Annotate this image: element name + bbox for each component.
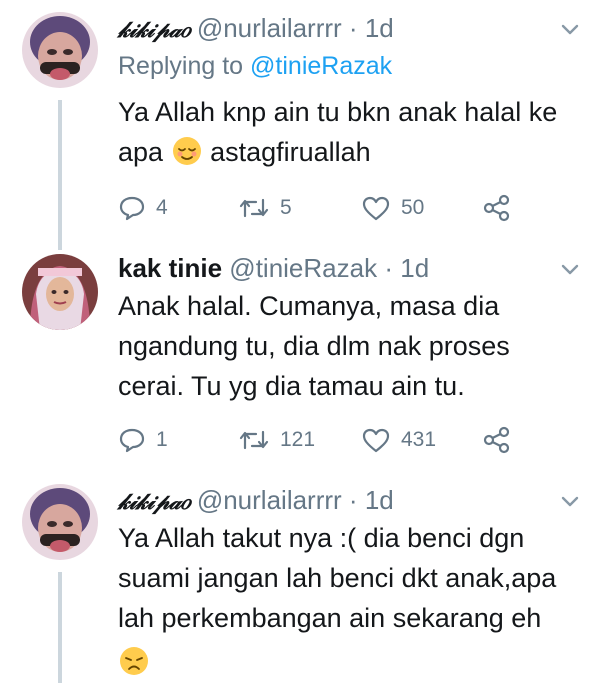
heart-icon — [362, 196, 390, 221]
tweet-text-line: Ya Allah takut nya :( dia benci dgn — [118, 523, 525, 553]
chevron-down-icon[interactable] — [558, 18, 582, 42]
reply-icon — [119, 428, 145, 453]
like-button[interactable]: 50 — [361, 194, 424, 222]
tweet-1[interactable]: 𝓀𝒾𝓀𝒾𝓅𝒶𝑜 @nurlailarrrr · 1d Replying to @… — [0, 12, 600, 232]
display-name[interactable]: 𝓀𝒾𝓀𝒾𝓅𝒶𝑜 — [118, 489, 190, 515]
tweet-2[interactable]: kak tinie @tinieRazak · 1d Anak halal. C… — [0, 252, 600, 472]
tweet-actions: 1 121 431 — [118, 426, 538, 456]
tweet-text-line: ngandung tu, dia dlm nak proses — [118, 331, 510, 361]
chevron-down-icon[interactable] — [558, 490, 582, 514]
disappointed-face-emoji-icon — [120, 647, 148, 675]
tweet-header: kak tinie @tinieRazak · 1d — [118, 252, 429, 284]
reply-button[interactable]: 1 — [118, 426, 168, 454]
tweet-text-segment: apa — [118, 137, 164, 167]
tweet-header: 𝓀𝒾𝓀𝒾𝓅𝒶𝑜 @nurlailarrrr · 1d — [118, 484, 394, 518]
reply-icon — [119, 196, 145, 221]
separator: · — [348, 485, 358, 515]
retweet-icon — [239, 198, 269, 218]
replying-to: Replying to @tinieRazak — [118, 52, 392, 81]
retweet-count: 5 — [280, 196, 292, 219]
relieved-face-emoji-icon — [172, 137, 201, 165]
heart-icon — [362, 428, 390, 453]
user-handle[interactable]: @nurlailarrrr — [197, 485, 342, 515]
timestamp[interactable]: 1d — [365, 485, 394, 515]
tweet-text-line — [118, 638, 578, 682]
reply-count: 4 — [156, 196, 168, 219]
tweet-text-segment: astagfiruallah — [210, 137, 371, 167]
tweet-3[interactable]: 𝓀𝒾𝓀𝒾𝓅𝒶𝑜 @nurlailarrrr · 1d Ya Allah taku… — [0, 484, 600, 683]
timestamp[interactable]: 1d — [365, 13, 394, 43]
display-name[interactable]: 𝓀𝒾𝓀𝒾𝓅𝒶𝑜 — [118, 17, 190, 43]
user-handle[interactable]: @nurlailarrrr — [197, 13, 342, 43]
tweet-actions: 4 5 50 — [118, 194, 538, 224]
timestamp[interactable]: 1d — [400, 253, 429, 283]
tweet-text: Ya Allah knp ain tu bkn anak halal ke ap… — [118, 92, 578, 172]
retweet-button[interactable]: 5 — [238, 194, 292, 222]
tweet-text-line: apa astagfiruallah — [118, 132, 578, 172]
reply-count: 1 — [156, 428, 168, 451]
separator: · — [348, 13, 358, 43]
tweet-header: 𝓀𝒾𝓀𝒾𝓅𝒶𝑜 @nurlailarrrr · 1d — [118, 12, 394, 46]
like-count: 431 — [401, 428, 437, 451]
chevron-down-icon[interactable] — [558, 258, 582, 282]
tweet-text: Anak halal. Cumanya, masa dia ngandung t… — [118, 286, 578, 406]
avatar[interactable] — [22, 12, 98, 88]
avatar[interactable] — [22, 484, 98, 560]
separator: · — [384, 253, 393, 283]
tweet-text-line: cerai. Tu yg dia tamau ain tu. — [118, 371, 465, 401]
tweet-text-line: suami jangan lah benci dkt anak,apa — [118, 563, 557, 593]
share-icon — [483, 426, 510, 454]
share-button[interactable] — [482, 194, 512, 222]
reply-target-link[interactable]: @tinieRazak — [250, 52, 392, 80]
tweet-text-line: Anak halal. Cumanya, masa dia — [118, 291, 500, 321]
tweet-text: Ya Allah takut nya :( dia benci dgn suam… — [118, 518, 578, 682]
avatar[interactable] — [22, 254, 98, 330]
display-name[interactable]: kak tinie — [118, 253, 222, 283]
retweet-button[interactable]: 121 — [238, 426, 315, 454]
reply-prefix: Replying to — [118, 52, 244, 80]
tweet-text-line: lah perkembangan ain sekarang eh — [118, 603, 542, 633]
tweet-text-line: Ya Allah knp ain tu bkn anak halal ke — [118, 97, 558, 127]
share-icon — [483, 194, 510, 222]
retweet-icon — [239, 430, 269, 450]
user-handle[interactable]: @tinieRazak — [229, 253, 377, 283]
share-button[interactable] — [482, 426, 512, 454]
reply-button[interactable]: 4 — [118, 194, 168, 222]
like-count: 50 — [401, 196, 425, 219]
like-button[interactable]: 431 — [361, 426, 436, 454]
retweet-count: 121 — [280, 428, 316, 451]
